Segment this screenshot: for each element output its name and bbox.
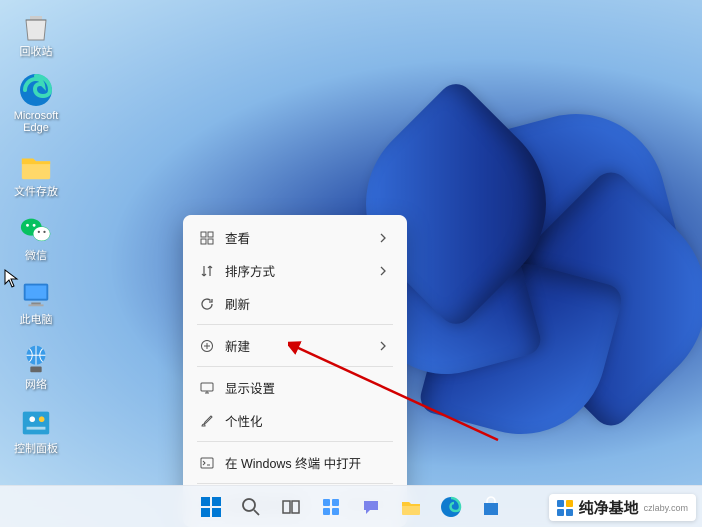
watermark-text: 纯净基地 xyxy=(579,497,639,518)
desktop-icon-edge[interactable]: Microsoft Edge xyxy=(8,72,64,134)
widgets-icon xyxy=(321,497,341,517)
desktop-icons: 回收站 Microsoft Edge 文件存放 微信 此电脑 xyxy=(8,8,64,455)
taskbar-chat-button[interactable] xyxy=(353,489,389,525)
menu-label: 刷新 xyxy=(225,294,391,313)
menu-item-display-settings[interactable]: 显示设置 xyxy=(189,371,401,404)
watermark-logo-icon xyxy=(555,498,575,518)
sort-icon xyxy=(199,263,215,279)
taskbar-store-button[interactable] xyxy=(473,489,509,525)
watermark-sub: czlaby.com xyxy=(644,503,688,513)
icon-label: Microsoft Edge xyxy=(14,110,59,134)
taskbar-explorer-button[interactable] xyxy=(393,489,429,525)
menu-label: 查看 xyxy=(225,228,365,247)
icon-label: 控制面板 xyxy=(14,443,58,455)
chevron-right-icon xyxy=(375,263,391,279)
desktop-icon-control-panel[interactable]: 控制面板 xyxy=(8,405,64,455)
taskbar-taskview-button[interactable] xyxy=(273,489,309,525)
menu-item-view[interactable]: 查看 xyxy=(189,221,401,254)
desktop-context-menu: 查看 排序方式 刷新 新建 显示设置 个性化 在 W xyxy=(183,215,407,527)
recycle-bin-icon xyxy=(18,8,54,44)
edge-icon xyxy=(440,496,462,518)
watermark: 纯净基地 czlaby.com xyxy=(549,494,696,521)
folder-icon xyxy=(400,496,422,518)
terminal-icon xyxy=(199,455,215,471)
folder-icon xyxy=(18,148,54,184)
desktop-icon-this-pc[interactable]: 此电脑 xyxy=(8,276,64,326)
menu-item-refresh[interactable]: 刷新 xyxy=(189,287,401,320)
menu-label: 个性化 xyxy=(225,411,391,430)
edge-icon xyxy=(18,72,54,108)
icon-label: 微信 xyxy=(25,250,47,262)
this-pc-icon xyxy=(18,276,54,312)
plus-circle-icon xyxy=(199,338,215,354)
wechat-icon xyxy=(18,212,54,248)
taskbar-start-button[interactable] xyxy=(193,489,229,525)
desktop-icon-network[interactable]: 网络 xyxy=(8,341,64,391)
menu-label: 显示设置 xyxy=(225,378,391,397)
network-icon xyxy=(18,341,54,377)
icon-label: 网络 xyxy=(25,379,47,391)
menu-label: 排序方式 xyxy=(225,261,365,280)
desktop-icon-wechat[interactable]: 微信 xyxy=(8,212,64,262)
desktop[interactable]: 回收站 Microsoft Edge 文件存放 微信 此电脑 xyxy=(0,0,702,527)
menu-item-sort[interactable]: 排序方式 xyxy=(189,254,401,287)
control-panel-icon xyxy=(18,405,54,441)
menu-label: 新建 xyxy=(225,336,365,355)
menu-item-new[interactable]: 新建 xyxy=(189,329,401,362)
chat-icon xyxy=(361,497,381,517)
taskview-icon xyxy=(281,497,301,517)
icon-label: 回收站 xyxy=(20,46,53,58)
menu-separator xyxy=(197,366,393,367)
display-icon xyxy=(199,380,215,396)
desktop-icon-recycle-bin[interactable]: 回收站 xyxy=(8,8,64,58)
windows-icon xyxy=(200,496,222,518)
store-icon xyxy=(480,496,502,518)
menu-separator xyxy=(197,324,393,325)
refresh-icon xyxy=(199,296,215,312)
desktop-icon-folder[interactable]: 文件存放 xyxy=(8,148,64,198)
taskbar-search-button[interactable] xyxy=(233,489,269,525)
taskbar-edge-button[interactable] xyxy=(433,489,469,525)
menu-separator xyxy=(197,483,393,484)
menu-item-personalize[interactable]: 个性化 xyxy=(189,404,401,437)
brush-icon xyxy=(199,413,215,429)
chevron-right-icon xyxy=(375,338,391,354)
menu-separator xyxy=(197,441,393,442)
icon-label: 文件存放 xyxy=(14,186,58,198)
search-icon xyxy=(241,497,261,517)
menu-label: 在 Windows 终端 中打开 xyxy=(225,453,391,472)
grid-icon xyxy=(199,230,215,246)
icon-label: 此电脑 xyxy=(20,314,53,326)
menu-item-open-terminal[interactable]: 在 Windows 终端 中打开 xyxy=(189,446,401,479)
chevron-right-icon xyxy=(375,230,391,246)
taskbar-widgets-button[interactable] xyxy=(313,489,349,525)
